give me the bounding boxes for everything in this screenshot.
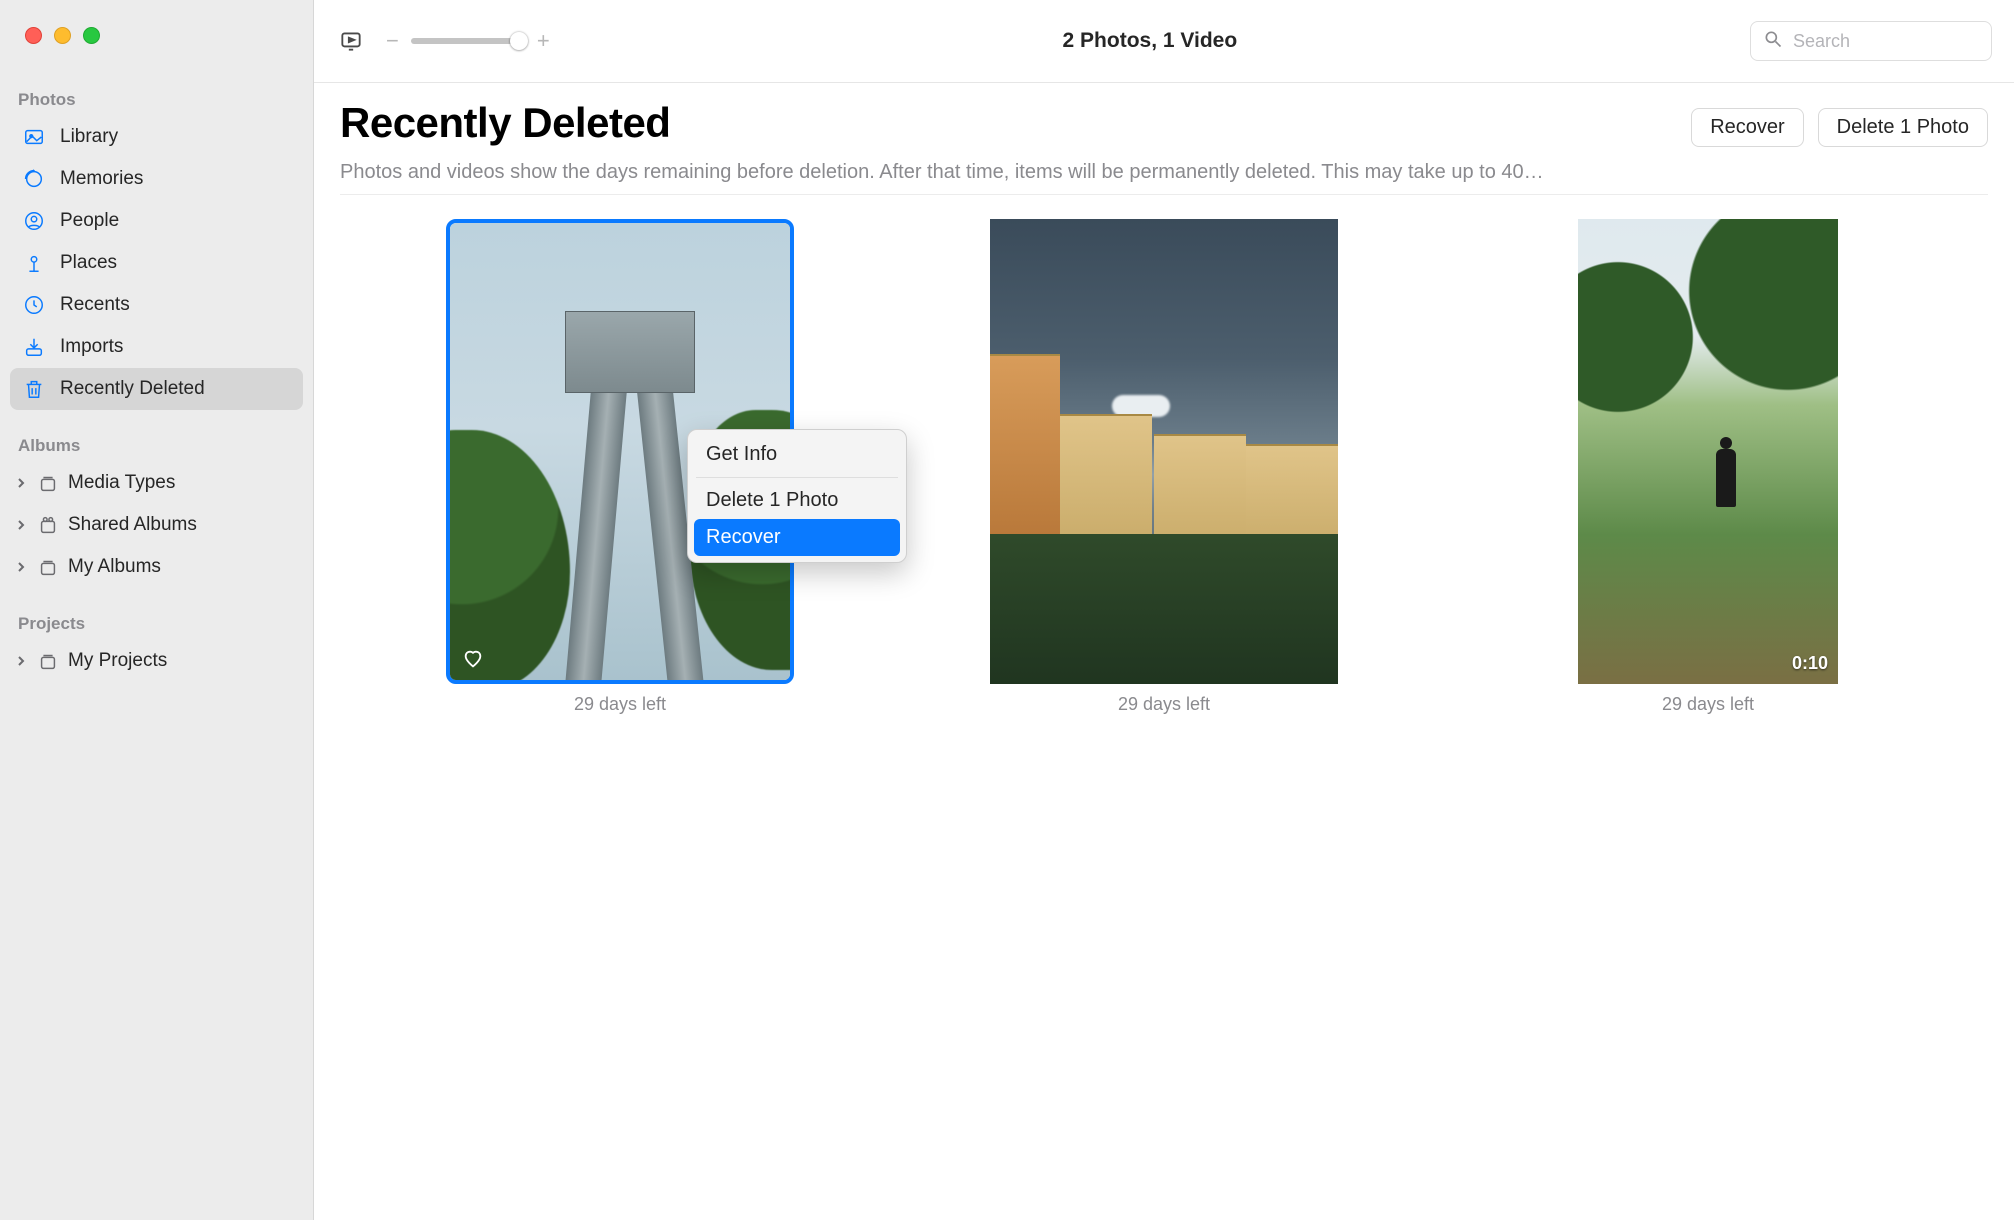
chevron-right-icon [14, 561, 28, 573]
photo-image [990, 219, 1338, 684]
photo-library-icon [22, 125, 46, 149]
album-stack-icon [36, 555, 60, 579]
recover-button[interactable]: Recover [1691, 108, 1803, 147]
toolbar-title: 2 Photos, 1 Video [568, 29, 1732, 53]
sidebar-section-albums: Albums [12, 428, 301, 462]
photo-grid: 29 days left 29 days left [340, 195, 1988, 715]
context-menu-delete[interactable]: Delete 1 Photo [694, 482, 900, 519]
content: Recently Deleted Recover Delete 1 Photo … [314, 83, 2014, 1220]
sidebar: Photos Library Memories People Places [0, 0, 314, 1220]
toolbar: − + 2 Photos, 1 Video [314, 0, 2014, 83]
places-icon [22, 251, 46, 275]
sidebar-item-label: Memories [60, 168, 143, 190]
people-icon [22, 209, 46, 233]
sidebar-item-recently-deleted[interactable]: Recently Deleted [10, 368, 303, 410]
video-duration: 0:10 [1792, 653, 1828, 674]
sidebar-item-shared-albums[interactable]: Shared Albums [12, 504, 301, 546]
slideshow-button[interactable] [334, 24, 368, 58]
sidebar-item-imports[interactable]: Imports [10, 326, 303, 368]
maximize-window-button[interactable] [83, 27, 100, 44]
sidebar-item-label: Recents [60, 294, 130, 316]
sidebar-item-recents[interactable]: Recents [10, 284, 303, 326]
shared-album-icon [36, 513, 60, 537]
header-description: Photos and videos show the days remainin… [340, 161, 1988, 195]
context-menu-recover[interactable]: Recover [694, 519, 900, 556]
chevron-right-icon [14, 655, 28, 667]
sidebar-item-my-albums[interactable]: My Albums [12, 546, 301, 588]
sidebar-item-media-types[interactable]: Media Types [12, 462, 301, 504]
sidebar-section-photos: Photos [12, 82, 301, 116]
search-icon [1763, 29, 1783, 54]
days-left-label: 29 days left [574, 694, 666, 715]
photo-item[interactable]: 29 days left [924, 219, 1404, 715]
context-menu-get-info[interactable]: Get Info [694, 436, 900, 473]
video-image [1578, 219, 1838, 684]
main: − + 2 Photos, 1 Video Recently Deleted R… [314, 0, 2014, 1220]
sidebar-item-label: Imports [60, 336, 123, 358]
sidebar-item-library[interactable]: Library [10, 116, 303, 158]
sidebar-item-places[interactable]: Places [10, 242, 303, 284]
import-icon [22, 335, 46, 359]
video-item[interactable]: 0:10 29 days left [1468, 219, 1948, 715]
chevron-right-icon [14, 477, 28, 489]
album-stack-icon [36, 471, 60, 495]
sidebar-item-label: Media Types [68, 472, 175, 494]
sidebar-item-label: Places [60, 252, 117, 274]
close-window-button[interactable] [25, 27, 42, 44]
days-left-label: 29 days left [1118, 694, 1210, 715]
context-menu: Get Info Delete 1 Photo Recover [687, 429, 907, 563]
content-header: Recently Deleted Recover Delete 1 Photo [340, 99, 1988, 147]
zoom-out-icon[interactable]: − [386, 28, 399, 54]
memories-icon [22, 167, 46, 191]
sidebar-item-label: My Albums [68, 556, 161, 578]
sidebar-item-label: Recently Deleted [60, 378, 205, 400]
favorite-icon [462, 648, 484, 670]
sidebar-item-my-projects[interactable]: My Projects [12, 640, 301, 682]
zoom-in-icon[interactable]: + [537, 28, 550, 54]
sidebar-item-label: Library [60, 126, 118, 148]
photo-thumbnail[interactable] [990, 219, 1338, 684]
album-stack-icon [36, 649, 60, 673]
search-input[interactable] [1793, 31, 1979, 52]
zoom-track[interactable] [411, 38, 525, 44]
sidebar-item-label: Shared Albums [68, 514, 197, 536]
sidebar-item-memories[interactable]: Memories [10, 158, 303, 200]
window-controls [12, 14, 301, 44]
header-actions: Recover Delete 1 Photo [1691, 108, 1988, 147]
context-menu-separator [696, 477, 898, 478]
chevron-right-icon [14, 519, 28, 531]
minimize-window-button[interactable] [54, 27, 71, 44]
delete-photo-button[interactable]: Delete 1 Photo [1818, 108, 1988, 147]
sidebar-item-people[interactable]: People [10, 200, 303, 242]
window: Photos Library Memories People Places [0, 0, 2014, 1220]
sidebar-section-projects: Projects [12, 606, 301, 640]
trash-icon [22, 377, 46, 401]
days-left-label: 29 days left [1662, 694, 1754, 715]
sidebar-item-label: People [60, 210, 119, 232]
video-thumbnail[interactable]: 0:10 [1578, 219, 1838, 684]
clock-icon [22, 293, 46, 317]
sidebar-item-label: My Projects [68, 650, 167, 672]
zoom-thumb[interactable] [510, 32, 528, 50]
search-field[interactable] [1750, 21, 1992, 61]
zoom-slider[interactable]: − + [386, 28, 550, 54]
page-title: Recently Deleted [340, 99, 670, 147]
